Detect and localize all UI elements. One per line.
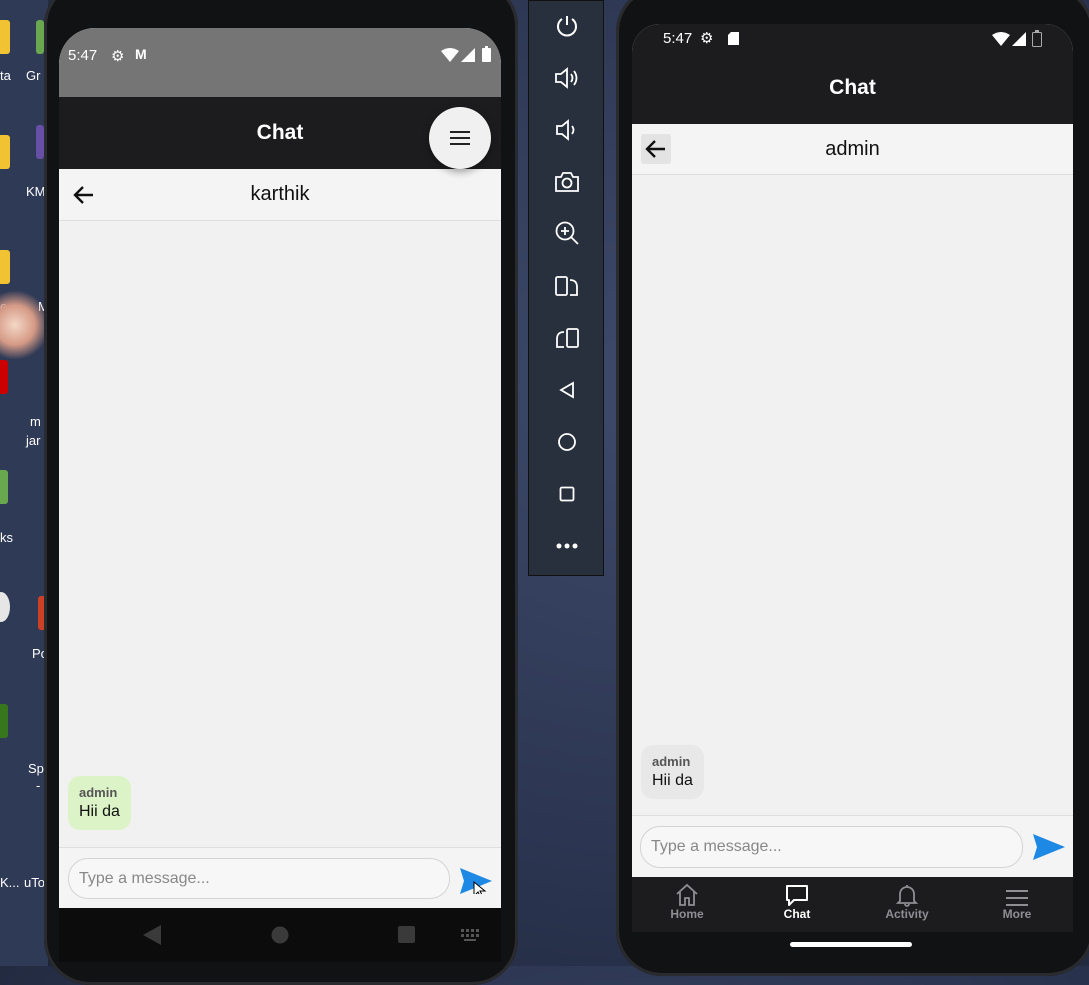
app-header: Chat xyxy=(632,52,1073,124)
desktop-label: - xyxy=(36,778,41,793)
sd-card-icon xyxy=(728,32,739,45)
menu-icon xyxy=(1006,890,1028,906)
keyboard-icon[interactable] xyxy=(461,929,481,941)
nav-home-icon[interactable] xyxy=(271,926,289,944)
desktop-label: Gr xyxy=(26,68,41,83)
screenshot-button[interactable] xyxy=(529,162,605,202)
desktop-app-icon[interactable] xyxy=(0,592,10,622)
rotate-right-icon xyxy=(556,328,579,348)
message-input[interactable]: Type a message... xyxy=(640,826,1023,868)
nav-label: Chat xyxy=(783,907,811,921)
message-input[interactable]: Type a message... xyxy=(68,858,450,899)
message-input-bar: Type a message... xyxy=(632,815,1073,878)
battery-icon xyxy=(1032,30,1042,47)
home-circle-icon xyxy=(558,433,576,451)
desktop-label: KM xyxy=(26,184,46,199)
menu-icon xyxy=(450,131,470,145)
wifi-icon xyxy=(441,48,459,62)
desktop-label: Sp xyxy=(28,761,44,776)
hamburger-menu-button[interactable] xyxy=(429,107,491,169)
nav-label: More xyxy=(1002,907,1032,921)
app-title: Chat xyxy=(829,76,876,99)
status-bar: 5:47 ⚙ xyxy=(632,24,1073,52)
conversation-header: karthik xyxy=(59,169,501,221)
zoom-in-icon xyxy=(555,221,579,245)
desktop-background: ta Gr KM e M m jar ks Po Sp - K... uTo xyxy=(0,0,48,966)
conversation-title: karthik xyxy=(250,183,310,205)
desktop-app-icon[interactable] xyxy=(36,20,44,54)
battery-icon xyxy=(482,46,491,62)
zoom-button[interactable] xyxy=(529,213,605,253)
desktop-label: m xyxy=(30,414,41,429)
back-button[interactable] xyxy=(529,370,605,410)
android-nav-bar xyxy=(59,908,501,962)
nav-tab-home[interactable]: Home xyxy=(632,877,742,932)
home-indicator[interactable] xyxy=(790,942,912,947)
desktop-app-icon[interactable] xyxy=(0,704,8,738)
nav-label: Activity xyxy=(885,907,929,921)
send-icon[interactable] xyxy=(460,868,492,894)
right-phone-screen: 5:47 ⚙ Chat admin admin Hii da Type a me… xyxy=(632,24,1073,932)
gmail-icon: M xyxy=(135,46,147,62)
desktop-app-icon[interactable] xyxy=(0,470,8,504)
nav-label: Home xyxy=(670,907,704,921)
desktop-folder-icon[interactable] xyxy=(0,250,10,284)
bell-icon xyxy=(895,885,919,907)
wifi-icon xyxy=(992,32,1010,46)
signal-icon xyxy=(1012,32,1026,46)
message-sender: admin xyxy=(652,754,691,769)
home-icon xyxy=(676,883,698,906)
volume-up-icon xyxy=(555,67,578,89)
conversation-header: admin xyxy=(632,124,1073,175)
message-input-bar: Type a message... xyxy=(59,847,501,908)
overview-button[interactable] xyxy=(529,474,605,514)
nav-overview-icon[interactable] xyxy=(398,926,415,943)
message-sender: admin xyxy=(79,785,118,800)
left-phone-screen: 5:47 ⚙ M Chat karthik admin Hii da Type … xyxy=(59,28,501,908)
desktop-app-icon[interactable] xyxy=(0,360,8,394)
home-button[interactable] xyxy=(529,422,605,462)
rotate-left-button[interactable] xyxy=(529,266,605,306)
camera-icon xyxy=(555,172,579,192)
desktop-wallpaper-glow xyxy=(0,290,48,360)
power-button[interactable] xyxy=(529,6,605,46)
desktop-label: ks xyxy=(0,530,13,545)
power-icon xyxy=(557,16,577,37)
nav-tab-chat[interactable]: Chat xyxy=(742,877,852,932)
message-bubble: admin Hii da xyxy=(641,745,704,799)
back-triangle-icon xyxy=(559,381,574,399)
message-bubble: admin Hii da xyxy=(68,776,131,830)
message-text: Hii da xyxy=(652,772,693,789)
desktop-label: ta xyxy=(0,68,11,83)
desktop-folder-icon[interactable] xyxy=(0,20,10,54)
emulator-toolbar xyxy=(528,0,604,576)
settings-icon: ⚙ xyxy=(111,48,125,65)
settings-icon: ⚙ xyxy=(700,30,714,47)
volume-down-button[interactable] xyxy=(529,110,605,150)
desktop-app-icon[interactable] xyxy=(36,125,44,159)
nav-tab-more[interactable]: More xyxy=(962,877,1072,932)
status-time: 5:47 xyxy=(663,30,693,47)
desktop-label: jar xyxy=(26,433,41,448)
nav-back-icon[interactable] xyxy=(143,925,161,945)
more-button[interactable] xyxy=(529,526,605,566)
send-icon[interactable] xyxy=(1033,834,1065,860)
overview-square-icon xyxy=(559,486,575,502)
conversation-title: admin xyxy=(825,138,880,160)
message-text: Hii da xyxy=(79,803,120,820)
nav-tab-activity[interactable]: Activity xyxy=(852,877,962,932)
bottom-navigation: Home Chat Activity More xyxy=(632,877,1073,932)
more-dots-icon xyxy=(556,543,578,549)
rotate-right-button[interactable] xyxy=(529,318,605,358)
status-bar: 5:47 ⚙ M xyxy=(59,28,501,97)
desktop-label: K... xyxy=(0,875,20,890)
status-time: 5:47 xyxy=(68,47,98,64)
desktop-label: uTo xyxy=(24,875,45,890)
volume-down-icon xyxy=(556,119,575,141)
volume-up-button[interactable] xyxy=(529,58,605,98)
signal-icon xyxy=(461,48,475,62)
desktop-folder-icon[interactable] xyxy=(0,135,10,169)
chat-icon xyxy=(786,885,808,906)
rotate-left-icon xyxy=(555,276,578,296)
